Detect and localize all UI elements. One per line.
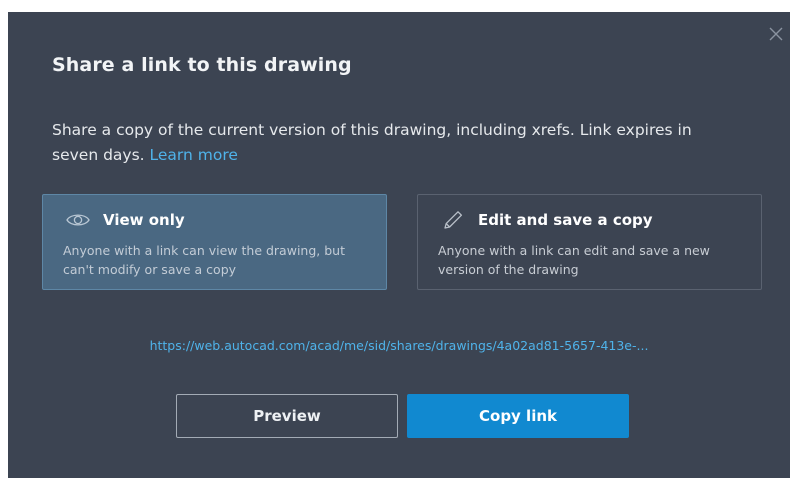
view-only-description: Anyone with a link can view the drawing,…: [63, 243, 345, 277]
view-only-option[interactable]: View only Anyone with a link can view th…: [42, 194, 387, 290]
pencil-icon: [440, 209, 466, 231]
edit-and-save-title: Edit and save a copy: [478, 211, 653, 229]
eye-icon: [65, 209, 91, 231]
dialog-title: Share a link to this drawing: [52, 54, 352, 76]
view-only-title: View only: [103, 211, 185, 229]
description-text: Share a copy of the current version of t…: [52, 121, 692, 164]
close-icon[interactable]: [768, 26, 784, 42]
learn-more-link[interactable]: Learn more: [150, 146, 238, 164]
share-link-url[interactable]: https://web.autocad.com/acad/me/sid/shar…: [8, 338, 790, 353]
edit-and-save-description: Anyone with a link can edit and save a n…: [438, 243, 710, 277]
preview-button[interactable]: Preview: [176, 394, 398, 438]
share-link-dialog: Share a link to this drawing Share a cop…: [8, 12, 790, 478]
copy-link-button[interactable]: Copy link: [407, 394, 629, 438]
edit-and-save-option[interactable]: Edit and save a copy Anyone with a link …: [417, 194, 762, 290]
dialog-description: Share a copy of the current version of t…: [52, 118, 742, 168]
